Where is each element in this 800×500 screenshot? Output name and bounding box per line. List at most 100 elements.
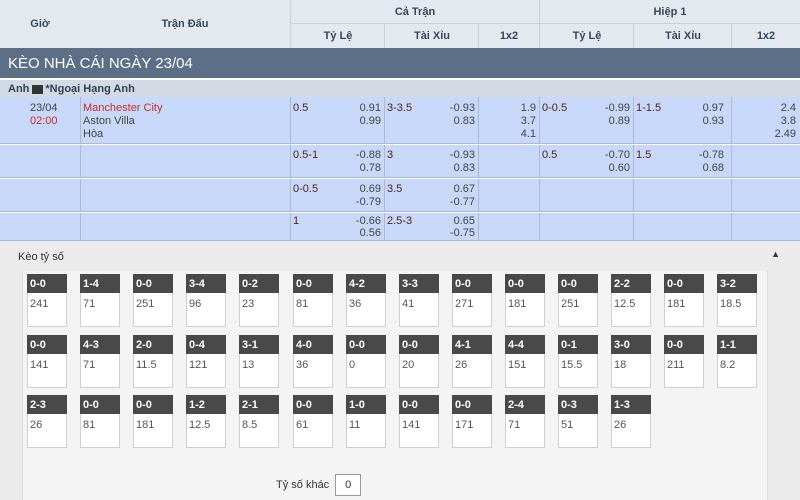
score-label: 0-0 (80, 395, 120, 414)
score-cell[interactable]: 4-0 36 (293, 335, 333, 388)
handicap-away-odds[interactable]: 0.56 (340, 227, 381, 239)
score-odds: 18.5 (720, 298, 742, 310)
away-team[interactable]: Aston Villa (83, 115, 135, 127)
score-cell[interactable]: 2-4 71 (505, 395, 545, 448)
score-label: 4-4 (505, 335, 545, 354)
score-cell[interactable]: 4-1 26 (452, 335, 492, 388)
h1-handicap-home-odds[interactable]: -0.99 (589, 102, 630, 114)
score-odds: 251 (561, 298, 580, 310)
h1-handicap-home-odds[interactable]: -0.70 (589, 149, 630, 161)
score-odds: 271 (455, 298, 474, 310)
day-title: KÈO NHÀ CÁI NGÀY 23/04 (0, 48, 800, 78)
score-cell[interactable]: 0-0 0 (346, 335, 386, 388)
score-cell[interactable]: 0-0 251 (133, 274, 173, 327)
home-win-odds[interactable]: 1.9 (500, 102, 536, 114)
score-cell[interactable]: 3-2 18.5 (717, 274, 757, 327)
score-cell[interactable]: 1-2 12.5 (186, 395, 226, 448)
score-cell[interactable]: 0-0 141 (27, 335, 67, 388)
score-label: 3-4 (186, 274, 226, 293)
home-team[interactable]: Manchester City (83, 102, 162, 114)
h1-under-odds[interactable]: 0.68 (683, 162, 724, 174)
h1-over-odds[interactable]: -0.78 (683, 149, 724, 161)
score-cell[interactable]: 2-2 12.5 (611, 274, 651, 327)
score-label: 2-4 (505, 395, 545, 414)
score-cell[interactable]: 0-3 51 (558, 395, 598, 448)
score-odds: 26 (614, 419, 627, 431)
over-odds[interactable]: -0.93 (434, 102, 475, 114)
score-cell[interactable]: 0-0 181 (133, 395, 173, 448)
score-cell[interactable]: 0-0 211 (664, 335, 704, 388)
over-odds[interactable]: 0.67 (434, 183, 475, 195)
score-odds: 81 (83, 419, 96, 431)
handicap-home-odds[interactable]: 0.91 (340, 102, 381, 114)
score-cell[interactable]: 2-0 11.5 (133, 335, 173, 388)
score-odds: 0 (349, 359, 356, 371)
handicap-away-odds[interactable]: 0.99 (340, 115, 381, 127)
handicap-home-odds[interactable]: -0.88 (340, 149, 381, 161)
score-cell[interactable]: 0-0 271 (452, 274, 492, 327)
score-cell[interactable]: 0-0 181 (505, 274, 545, 327)
h1-away-win-odds[interactable]: 3.8 (752, 115, 796, 127)
score-cell[interactable]: 3-1 13 (239, 335, 279, 388)
score-cell[interactable]: 0-0 61 (293, 395, 333, 448)
score-cell[interactable]: 4-3 71 (80, 335, 120, 388)
flag-icon (32, 85, 44, 94)
score-label: 0-4 (186, 335, 226, 354)
league-header[interactable]: Anh *Ngoại Hạng Anh (0, 80, 800, 97)
handicap-away-odds[interactable]: -0.79 (340, 196, 381, 208)
score-cell[interactable]: 0-2 23 (239, 274, 279, 327)
score-cell[interactable]: 4-4 151 (505, 335, 545, 388)
score-odds: 141 (30, 359, 49, 371)
score-cell[interactable]: 0-0 181 (664, 274, 704, 327)
score-odds: 15.5 (561, 359, 583, 371)
h1-handicap-away-odds[interactable]: 0.60 (589, 162, 630, 174)
score-label: 0-0 (346, 335, 386, 354)
h1-draw-odds[interactable]: 2.49 (752, 128, 796, 140)
h1-handicap-away-odds[interactable]: 0.89 (589, 115, 630, 127)
score-cell[interactable]: 3-0 18 (611, 335, 651, 388)
score-cell[interactable]: 2-3 26 (27, 395, 67, 448)
under-odds[interactable]: 0.83 (434, 162, 475, 174)
score-cell[interactable]: 0-4 121 (186, 335, 226, 388)
draw-odds[interactable]: 4.1 (500, 128, 536, 140)
other-score-value[interactable]: 0 (335, 474, 362, 496)
score-cell[interactable]: 0-0 251 (558, 274, 598, 327)
score-odds: 151 (508, 359, 527, 371)
score-cell[interactable]: 0-0 241 (27, 274, 67, 327)
score-cell[interactable]: 2-1 8.5 (239, 395, 279, 448)
score-cell[interactable]: 1-4 71 (80, 274, 120, 327)
score-cell[interactable]: 0-0 81 (80, 395, 120, 448)
score-grid: 0-0 241 1-4 71 0-0 251 3-4 96 0-2 23 0-0 81 4-2 36 3-3… (22, 271, 768, 500)
score-odds: 121 (189, 359, 208, 371)
under-odds[interactable]: 0.83 (434, 115, 475, 127)
header-time: Giờ (30, 18, 50, 30)
h1-home-win-odds[interactable]: 2.4 (752, 102, 796, 114)
score-odds: 23 (242, 298, 255, 310)
score-cell[interactable]: 0-0 81 (293, 274, 333, 327)
handicap-away-odds[interactable]: 0.78 (340, 162, 381, 174)
handicap-home-odds[interactable]: 0.69 (340, 183, 381, 195)
score-cell[interactable]: 0-0 171 (452, 395, 492, 448)
handicap-home-odds[interactable]: -0.66 (340, 215, 381, 227)
score-cell[interactable]: 4-2 36 (346, 274, 386, 327)
under-odds[interactable]: -0.75 (434, 227, 475, 239)
over-odds[interactable]: -0.93 (434, 149, 475, 161)
over-odds[interactable]: 0.65 (434, 215, 475, 227)
h1-under-odds[interactable]: 0.93 (683, 115, 724, 127)
score-cell[interactable]: 0-1 15.5 (558, 335, 598, 388)
score-label: 0-0 (452, 395, 492, 414)
score-cell[interactable]: 0-0 141 (399, 395, 439, 448)
away-win-odds[interactable]: 3.7 (500, 115, 536, 127)
triangle-up-icon[interactable]: ▲ (771, 249, 780, 259)
score-odds: 181 (508, 298, 527, 310)
score-cell[interactable]: 0-0 20 (399, 335, 439, 388)
score-label: 3-2 (717, 274, 757, 293)
score-cell[interactable]: 1-3 26 (611, 395, 651, 448)
under-odds[interactable]: -0.77 (434, 196, 475, 208)
score-label: 0-0 (399, 335, 439, 354)
score-cell[interactable]: 3-4 96 (186, 274, 226, 327)
score-cell[interactable]: 3-3 41 (399, 274, 439, 327)
score-cell[interactable]: 1-0 11 (346, 395, 386, 448)
h1-over-odds[interactable]: 0.97 (683, 102, 724, 114)
score-cell[interactable]: 1-1 8.2 (717, 335, 757, 388)
